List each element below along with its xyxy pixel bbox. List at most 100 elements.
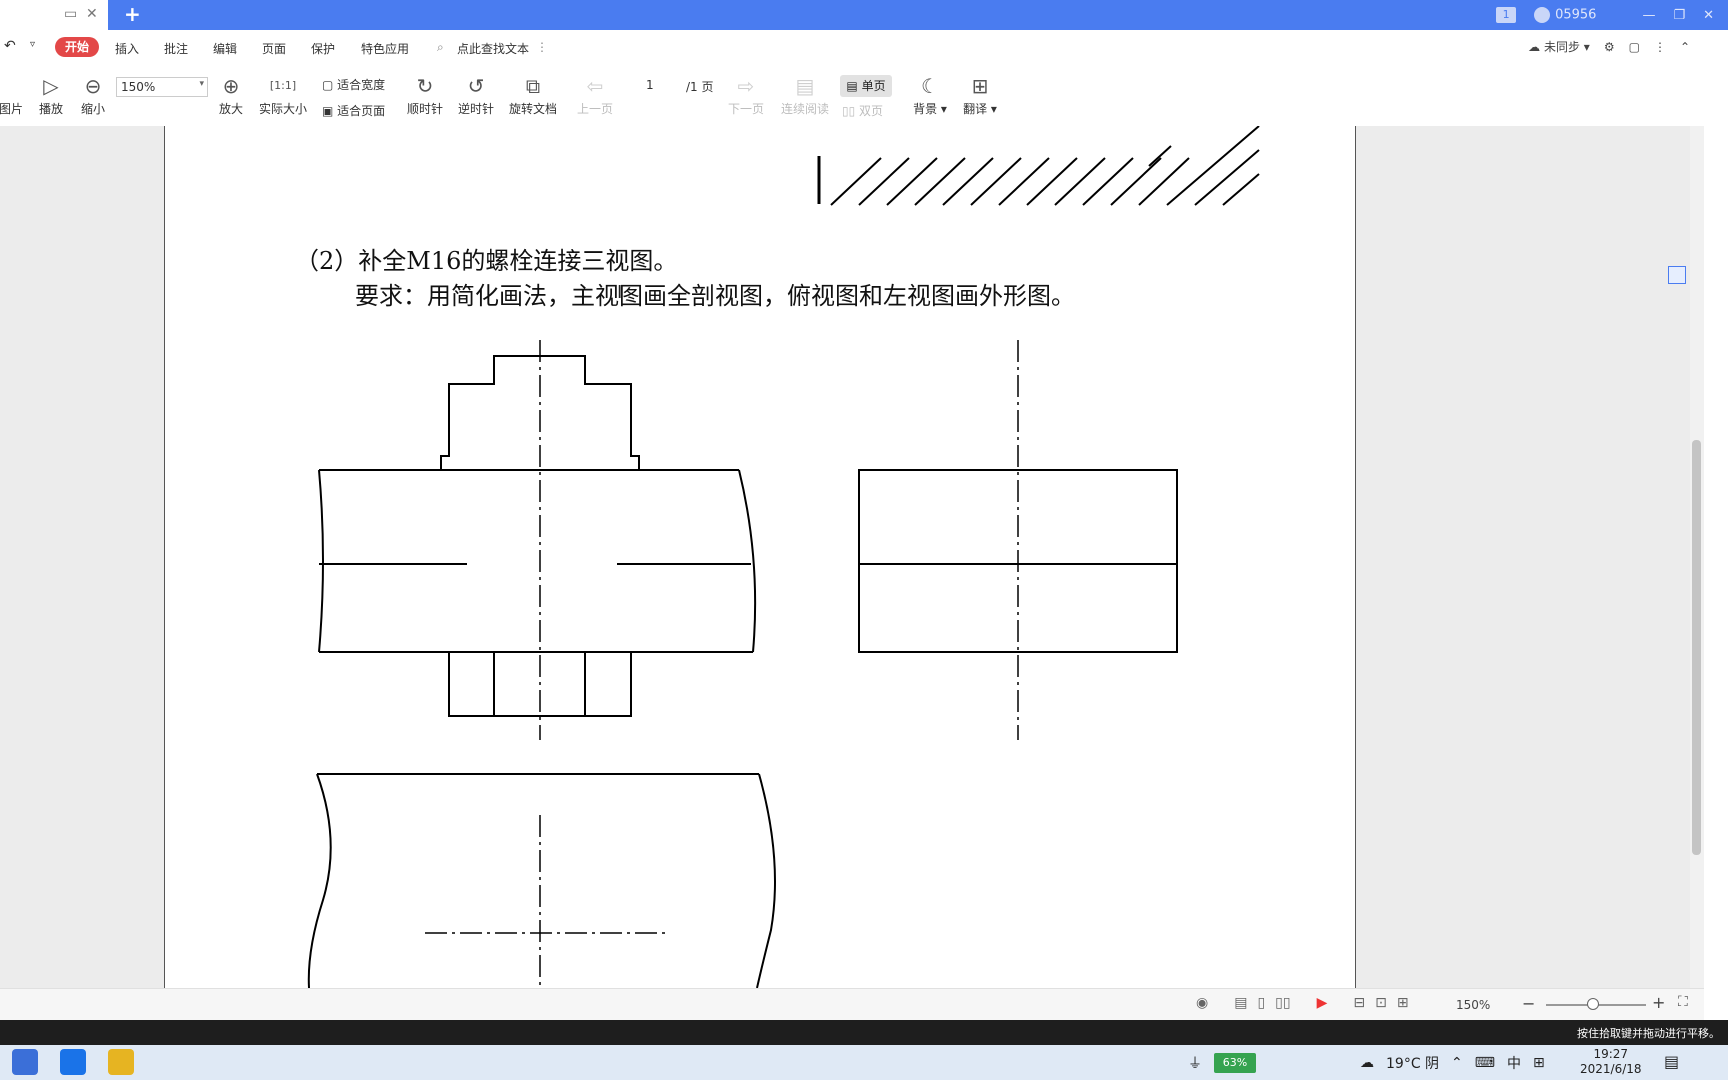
- restore-icon[interactable]: ❐: [1673, 8, 1685, 23]
- tab-insert[interactable]: 插入: [115, 40, 139, 57]
- tab-page[interactable]: 页面: [262, 40, 286, 57]
- page-current[interactable]: 1: [646, 78, 654, 92]
- next-page-label: 下一页: [727, 102, 764, 116]
- continuous-read-button[interactable]: ▤ 连续阅读: [780, 74, 830, 117]
- account-area[interactable]: 05956: [1534, 7, 1596, 23]
- search-text-button[interactable]: 点此查找文本: [457, 40, 529, 57]
- fit-width-button[interactable]: ▢ 适合宽度: [322, 76, 385, 93]
- weather-text[interactable]: 19°C 阴: [1386, 1053, 1439, 1073]
- document-viewport[interactable]: （2）补全M16的螺栓连接三视图。 要求：用简化画法，主视图画全剖视图，俯视图和…: [0, 126, 1704, 988]
- tab-start[interactable]: 开始: [55, 37, 99, 57]
- eye-protection-icon[interactable]: ◉: [1196, 995, 1208, 1011]
- single-page-icon: ▤: [846, 79, 862, 93]
- rotate-clockwise-label: 顺时针: [406, 102, 443, 116]
- zoom-out-status-icon[interactable]: −: [1522, 994, 1535, 1013]
- hint-strip: 按住拾取键并拖动进行平移。: [0, 1020, 1728, 1045]
- document-tab[interactable]: ▭ ✕: [0, 0, 108, 30]
- sidebar-panel-icon[interactable]: [1668, 266, 1686, 284]
- more-icon[interactable]: ⋮: [536, 40, 548, 54]
- search-icon[interactable]: ⌕: [437, 40, 444, 55]
- cloud-weather-icon: ☁: [1360, 1055, 1374, 1071]
- actual-size-status-icon[interactable]: ⊞: [1397, 995, 1409, 1011]
- zoom-select[interactable]: 150% ▾: [116, 77, 208, 97]
- picture-button[interactable]: 图片: [0, 74, 26, 117]
- battery-indicator[interactable]: 63%: [1214, 1053, 1256, 1073]
- double-view-icon[interactable]: ▯▯: [1275, 995, 1290, 1011]
- tab-annotate[interactable]: 批注: [164, 40, 188, 57]
- fullscreen-icon[interactable]: ⛶: [1678, 994, 1688, 1010]
- tab-protect[interactable]: 保护: [311, 40, 335, 57]
- single-page-button[interactable]: ▤ 单页: [840, 75, 892, 97]
- actual-size-button[interactable]: [1:1] 实际大小: [258, 74, 308, 117]
- new-tab-button[interactable]: +: [124, 2, 141, 26]
- scrollbar-thumb[interactable]: [1692, 440, 1701, 855]
- collapse-ribbon-icon[interactable]: ⌃: [1680, 40, 1690, 54]
- double-page-button[interactable]: ▯▯ 双页: [842, 102, 883, 119]
- play-icon: ▷: [43, 74, 59, 98]
- title-bar: ▭ ✕ + 1 05956 — ❐ ✕: [0, 0, 1728, 30]
- close-icon[interactable]: ✕: [1703, 8, 1714, 23]
- fit-page-button[interactable]: ▣ 适合页面: [322, 102, 385, 119]
- rotate-document-button[interactable]: ⧉ 旋转文档: [508, 74, 558, 117]
- zoom-in-button[interactable]: ⊕ 放大: [216, 74, 246, 117]
- notification-center-icon[interactable]: ▤: [1664, 1052, 1679, 1071]
- restore-tab-icon[interactable]: ▭: [64, 6, 77, 22]
- wps-app-icon[interactable]: [12, 1049, 38, 1075]
- translate-label: 翻译: [963, 102, 988, 116]
- zoom-in-status-icon[interactable]: +: [1652, 993, 1665, 1012]
- chevron-down-icon: ▾: [199, 79, 204, 89]
- power-plug-icon[interactable]: ⏚: [1188, 1053, 1202, 1073]
- account-name: 05956: [1555, 7, 1597, 23]
- play-button[interactable]: ▷ 播放: [36, 74, 66, 117]
- picture-label: 图片: [0, 102, 23, 116]
- picture-icon: [0, 74, 26, 98]
- keyboard-icon[interactable]: ⌨: [1475, 1055, 1495, 1071]
- translate-button[interactable]: ⊞ 翻译 ▾: [958, 74, 1002, 117]
- system-clock[interactable]: 19:27 2021/6/18: [1580, 1047, 1642, 1077]
- background-button[interactable]: ☾ 背景 ▾: [910, 74, 950, 117]
- toolbar: 图片 ▷ 播放 ⊖ 缩小 150% ▾ ⊕ 放大 [1:1] 实际大小 ▢ 适合宽度 ▣ …: [0, 66, 1704, 126]
- status-zoom-value[interactable]: 150%: [1456, 998, 1490, 1012]
- undo-icon[interactable]: ↶: [4, 38, 16, 54]
- more-options-icon[interactable]: ⋮: [1654, 40, 1666, 54]
- play-slideshow-icon[interactable]: ▶: [1317, 995, 1328, 1011]
- feedback-icon[interactable]: ▢: [1629, 40, 1640, 54]
- fit-width-status-icon[interactable]: ⊟: [1353, 995, 1365, 1011]
- tab-special[interactable]: 特色应用: [361, 40, 409, 57]
- zoom-slider-handle[interactable]: [1587, 998, 1599, 1010]
- sync-status[interactable]: ☁ 未同步 ▾: [1528, 38, 1590, 55]
- prev-page-button[interactable]: ⇦ 上一页: [576, 74, 614, 117]
- quick-access-chevron-icon[interactable]: ▿: [30, 39, 35, 50]
- double-page-label: 双页: [859, 104, 884, 118]
- rotate-clockwise-button[interactable]: ↻ 顺时针: [405, 74, 445, 117]
- play-label: 播放: [38, 102, 63, 116]
- continuous-view-icon[interactable]: ▤: [1234, 995, 1247, 1011]
- meeting-app-icon[interactable]: [60, 1049, 86, 1075]
- clock-date: 2021/6/18: [1580, 1062, 1642, 1076]
- ime-mode-icon[interactable]: ⊞: [1533, 1055, 1545, 1071]
- zoom-out-button[interactable]: ⊖ 缩小: [78, 74, 108, 117]
- fit-page-status-icon[interactable]: ⊡: [1375, 995, 1387, 1011]
- text-cursor-icon: I: [617, 282, 623, 303]
- actual-size-label: 实际大小: [258, 102, 307, 116]
- status-bar: ◉ ▤ ▯ ▯▯ ▶ ⊟ ⊡ ⊞ 150% − + ⛶: [0, 988, 1704, 1020]
- pdf-page: （2）补全M16的螺栓连接三视图。 要求：用简化画法，主视图画全剖视图，俯视图和…: [164, 126, 1356, 988]
- single-view-icon[interactable]: ▯: [1257, 995, 1265, 1011]
- continuous-read-icon: ▤: [795, 74, 815, 98]
- prev-page-label: 上一页: [576, 102, 613, 116]
- minimize-icon[interactable]: —: [1642, 8, 1655, 23]
- settings-icon[interactable]: ⚙: [1604, 40, 1615, 54]
- notification-badge[interactable]: 1: [1496, 7, 1517, 23]
- file-explorer-icon[interactable]: [108, 1049, 134, 1075]
- close-tab-icon[interactable]: ✕: [86, 6, 98, 22]
- ime-indicator[interactable]: 中: [1507, 1053, 1521, 1073]
- next-page-button[interactable]: ⇨ 下一页: [727, 74, 765, 117]
- zoom-in-icon: ⊕: [222, 74, 240, 98]
- arrow-left-icon: ⇦: [586, 74, 604, 98]
- tab-edit[interactable]: 编辑: [213, 40, 237, 57]
- cloud-icon: ☁: [1528, 40, 1541, 54]
- zoom-out-label: 缩小: [80, 102, 105, 116]
- zoom-out-icon: ⊖: [84, 74, 102, 98]
- rotate-counterclockwise-button[interactable]: ↺ 逆时针: [456, 74, 496, 117]
- tray-expand-icon[interactable]: ⌃: [1451, 1055, 1463, 1071]
